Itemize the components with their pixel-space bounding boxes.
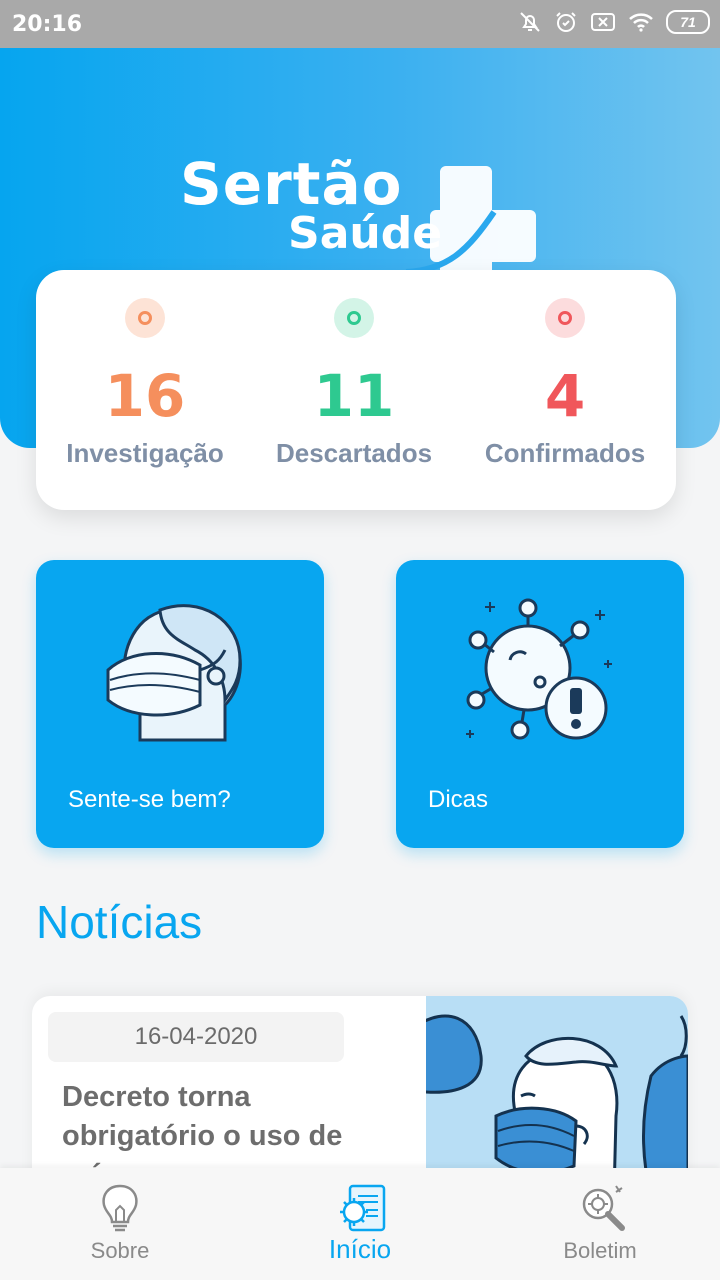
status-dot-icon (125, 298, 165, 338)
status-time: 20:16 (12, 12, 83, 37)
nav-item-sobre[interactable]: Sobre (0, 1168, 240, 1280)
nav-item-inicio[interactable]: Início (240, 1168, 480, 1280)
stat-value: 11 (313, 362, 395, 430)
alarm-icon (556, 12, 576, 32)
home-virus-icon (340, 1184, 386, 1232)
bottom-navigation: Sobre Início Boletim (0, 1168, 720, 1280)
status-dot-icon (545, 298, 585, 338)
magnifier-icon (582, 1185, 625, 1231)
stats-card: 16 Investigação 11 Descartados 4 Confirm… (36, 270, 676, 510)
stat-value: 4 (544, 362, 586, 430)
stat-investigacao: 16 Investigação (40, 270, 250, 469)
stat-label: Descartados (275, 438, 433, 468)
stat-label: Investigação (66, 438, 224, 468)
virus-alert-icon (466, 598, 612, 740)
sim-x-icon (591, 13, 615, 31)
bell-off-icon (520, 12, 540, 32)
stat-confirmados: 4 Confirmados (460, 270, 670, 469)
news-date: 16-04-2020 (48, 1012, 344, 1062)
battery-indicator: 71 (666, 10, 710, 34)
tile-dicas[interactable]: Dicas (396, 560, 684, 848)
lightbulb-icon (102, 1184, 138, 1232)
status-icons: 71 (518, 10, 710, 34)
news-card[interactable]: 16-04-2020 Decreto torna obrigatório o u… (32, 996, 688, 1196)
tile-label: Dicas (428, 786, 489, 813)
brand-line-2: Saúde (288, 208, 443, 259)
tile-label: Sente-se bem? (68, 786, 231, 813)
status-bar: 20:16 71 (0, 0, 720, 48)
nav-label: Início (328, 1234, 392, 1264)
mask-illustration-icon (414, 1014, 688, 1196)
face-mask-icon (106, 604, 242, 742)
news-section-title: Notícias (36, 896, 203, 948)
tile-sente-se-bem[interactable]: Sente-se bem? (36, 560, 324, 848)
news-image (414, 996, 688, 1196)
stat-descartados: 11 Descartados (249, 270, 459, 469)
stat-value: 16 (104, 362, 186, 430)
nav-item-boletim[interactable]: Boletim (480, 1168, 720, 1280)
stat-label: Confirmados (484, 438, 646, 468)
wifi-icon (629, 13, 653, 32)
nav-label: Sobre (90, 1238, 150, 1263)
status-dot-icon (334, 298, 374, 338)
nav-label: Boletim (563, 1238, 637, 1263)
